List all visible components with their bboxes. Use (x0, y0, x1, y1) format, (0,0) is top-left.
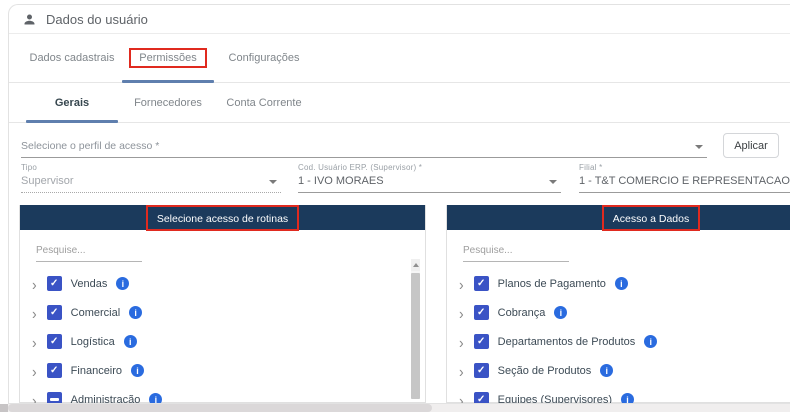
tab-dados-cadastrais[interactable]: Dados cadastrais (24, 34, 120, 82)
data-access-panel-title: Acesso a Dados (613, 213, 689, 225)
info-icon[interactable] (129, 306, 142, 319)
info-icon[interactable] (131, 364, 144, 377)
tree-row: › Equipes (Supervisores) (447, 385, 790, 404)
user-icon (22, 12, 37, 27)
tree-checkbox[interactable] (47, 334, 62, 349)
tab-configuracoes[interactable]: Configurações (216, 34, 312, 82)
data-access-search-input[interactable] (463, 243, 569, 262)
chevron-right-icon[interactable]: › (32, 333, 37, 349)
data-access-tree: › Planos de Pagamento › Cobrança › Depar… (447, 269, 790, 404)
info-icon[interactable] (615, 277, 628, 290)
tree-row: › Seção de Produtos (447, 356, 790, 385)
horizontal-scrollbar[interactable] (0, 404, 790, 412)
data-access-panel: Acesso a Dados › Planos de Pagamento › C… (446, 205, 790, 403)
tree-checkbox[interactable] (474, 392, 489, 404)
tree-checkbox[interactable] (474, 305, 489, 320)
tree-checkbox[interactable] (47, 392, 62, 404)
apply-button[interactable]: Aplicar (723, 133, 779, 158)
tree-item-label: Comercial (71, 307, 121, 319)
type-label: Tipo (21, 163, 281, 172)
tree-checkbox[interactable] (47, 363, 62, 378)
data-access-panel-header: Acesso a Dados (447, 205, 790, 230)
user-data-card: Dados do usuário Dados cadastrais Permis… (8, 4, 790, 404)
chevron-right-icon[interactable]: › (459, 391, 464, 404)
chevron-right-icon[interactable]: › (32, 275, 37, 291)
tab-fornecedores[interactable]: Fornecedores (120, 83, 216, 122)
routines-tree: › Vendas › Comercial › Logística (20, 269, 425, 404)
chevron-down-icon (695, 145, 703, 149)
window-header: Dados do usuário (9, 5, 790, 34)
chevron-down-icon (269, 180, 277, 184)
access-profile-placeholder: Selecione o perfil de acesso * (21, 137, 707, 157)
chevron-right-icon[interactable]: › (32, 362, 37, 378)
tree-checkbox[interactable] (47, 305, 62, 320)
tree-item-label: Seção de Produtos (498, 365, 592, 377)
erp-user-label: Cod. Usuário ERP. (Supervisor) * (298, 163, 561, 172)
type-value: Supervisor (21, 172, 281, 192)
annotation-box-permissoes: Permissões (129, 48, 206, 68)
erp-user-value: 1 - IVO MORAES (298, 172, 561, 192)
chevron-down-icon (549, 180, 557, 184)
vertical-scrollbar[interactable] (411, 259, 420, 399)
tree-row: › Financeiro (20, 356, 425, 385)
tree-item-label: Administração (71, 394, 141, 405)
tree-row: › Comercial (20, 298, 425, 327)
scroll-up-icon[interactable] (411, 259, 420, 271)
tree-row: › Logística (20, 327, 425, 356)
branch-field[interactable]: Filial * 1 - T&T COMERCIO E REPRESENTACA… (579, 163, 790, 193)
info-icon[interactable] (644, 335, 657, 348)
tree-checkbox[interactable] (474, 276, 489, 291)
chevron-right-icon[interactable]: › (459, 304, 464, 320)
tree-item-label: Departamentos de Produtos (498, 336, 636, 348)
tree-item-label: Planos de Pagamento (498, 278, 606, 290)
annotation-box-data-access: Acesso a Dados (602, 205, 700, 231)
scrollbar-corner (0, 404, 8, 412)
tree-checkbox[interactable] (47, 276, 62, 291)
tree-item-label: Logística (71, 336, 115, 348)
tree-item-label: Vendas (71, 278, 108, 290)
info-icon[interactable] (149, 393, 162, 404)
branch-value: 1 - T&T COMERCIO E REPRESENTACAO LTDA (579, 172, 790, 192)
info-icon[interactable] (621, 393, 634, 404)
tree-row: › Departamentos de Produtos (447, 327, 790, 356)
tab-permissoes[interactable]: Permissões (120, 34, 216, 82)
routines-panel-title: Selecione acesso de rotinas (157, 213, 288, 225)
routines-search-input[interactable] (36, 243, 142, 262)
info-icon[interactable] (116, 277, 129, 290)
primary-tabs: Dados cadastrais Permissões Configuraçõe… (9, 34, 790, 83)
chevron-right-icon[interactable]: › (32, 304, 37, 320)
info-icon[interactable] (124, 335, 137, 348)
tree-item-label: Equipes (Supervisores) (498, 394, 612, 405)
annotation-box-routines: Selecione acesso de rotinas (146, 205, 299, 231)
tree-row: › Cobrança (447, 298, 790, 327)
scrollbar-thumb[interactable] (411, 273, 420, 399)
routines-panel-header: Selecione acesso de rotinas (20, 205, 425, 230)
tab-conta-corrente[interactable]: Conta Corrente (216, 83, 312, 122)
chevron-right-icon[interactable]: › (459, 275, 464, 291)
tree-row: › Planos de Pagamento (447, 269, 790, 298)
page-title: Dados do usuário (46, 12, 148, 27)
tree-checkbox[interactable] (474, 334, 489, 349)
tab-gerais[interactable]: Gerais (24, 83, 120, 122)
permissions-form: Selecione o perfil de acesso * Aplicar T… (9, 123, 790, 205)
tree-row: › Vendas (20, 269, 425, 298)
tree-row: › Administração (20, 385, 425, 404)
chevron-right-icon[interactable]: › (459, 333, 464, 349)
info-icon[interactable] (600, 364, 613, 377)
chevron-right-icon[interactable]: › (459, 362, 464, 378)
access-profile-select[interactable]: Selecione o perfil de acesso * (21, 137, 707, 158)
scrollbar-thumb[interactable] (8, 404, 432, 412)
secondary-tabs: Gerais Fornecedores Conta Corrente (9, 83, 790, 123)
info-icon[interactable] (554, 306, 567, 319)
type-select[interactable]: Tipo Supervisor (21, 163, 281, 193)
tree-item-label: Cobrança (498, 307, 546, 319)
chevron-right-icon[interactable]: › (32, 391, 37, 404)
erp-user-select[interactable]: Cod. Usuário ERP. (Supervisor) * 1 - IVO… (298, 163, 561, 193)
routines-panel: Selecione acesso de rotinas › Vendas › C… (19, 205, 426, 403)
tree-item-label: Financeiro (71, 365, 122, 377)
branch-label: Filial * (579, 163, 790, 172)
tree-checkbox[interactable] (474, 363, 489, 378)
